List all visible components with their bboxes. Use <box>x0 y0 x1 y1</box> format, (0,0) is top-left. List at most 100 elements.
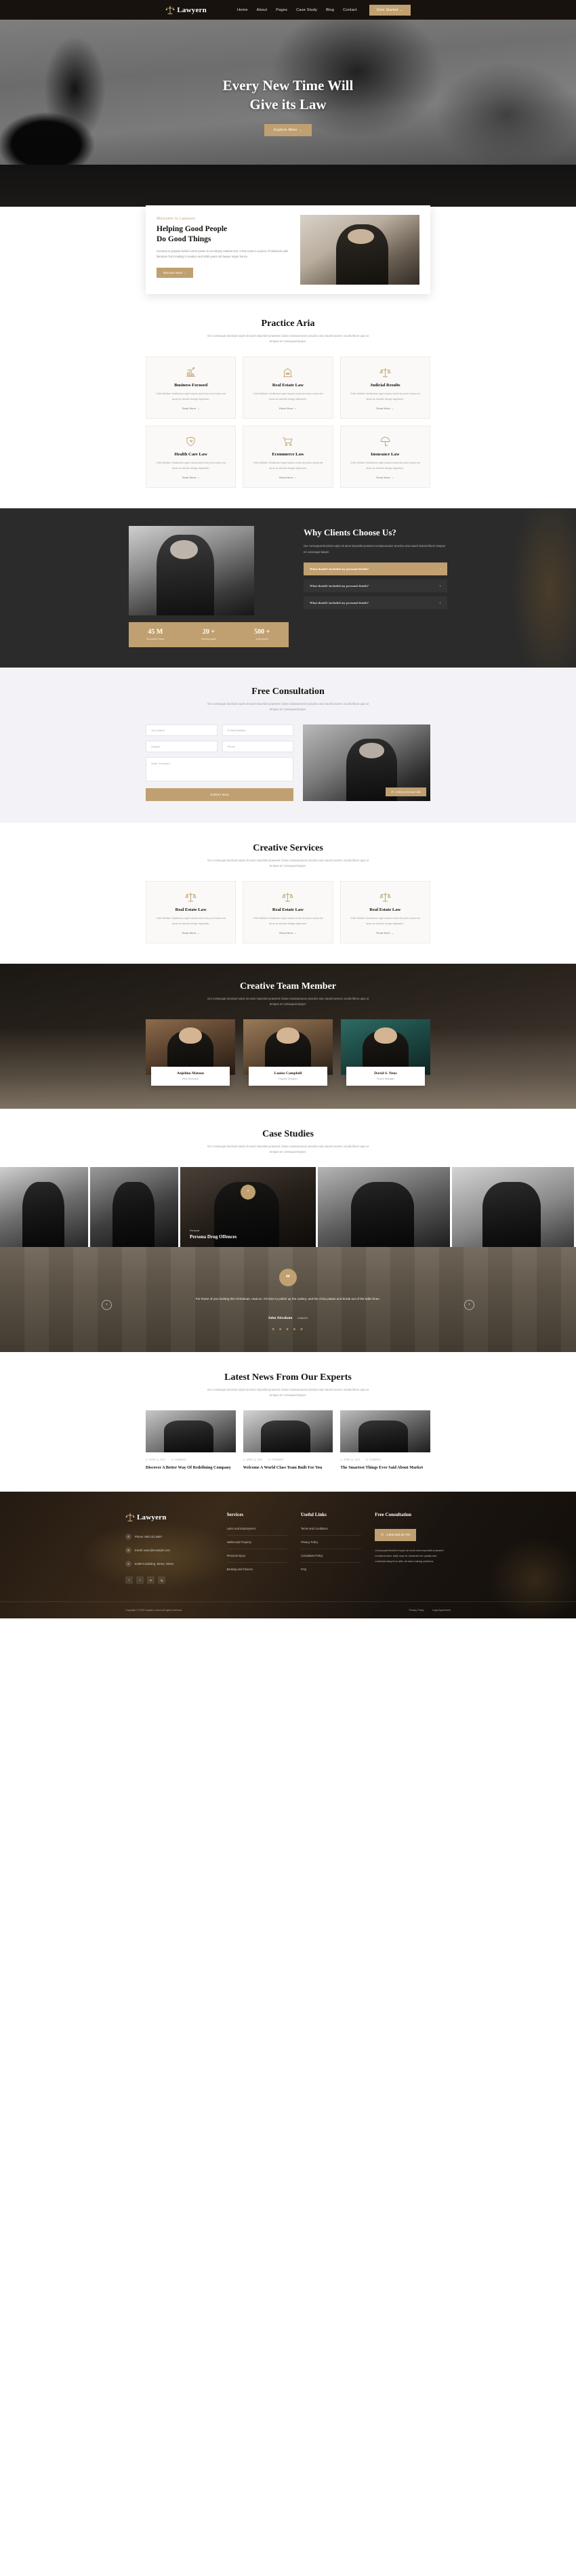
calendar-icon: ◴ <box>340 1458 343 1461</box>
logo[interactable]: Lawyern <box>165 5 207 16</box>
case-item[interactable] <box>452 1167 574 1248</box>
nav-item-pages[interactable]: Pages <box>276 8 287 12</box>
news-image <box>146 1410 236 1452</box>
comment-textarea[interactable]: Write Comment <box>146 757 293 782</box>
phone-badge-text: (+800) 0123 4567 889 <box>395 790 421 794</box>
team-section: Creative Team Member Our consequat tinci… <box>0 964 576 1109</box>
nav-item-blog[interactable]: Blog <box>326 8 334 12</box>
service-card-link[interactable]: Read More → <box>250 932 325 935</box>
footer-link[interactable]: Privacy Policy <box>300 1540 362 1549</box>
nav-item-case-study[interactable]: Case Study <box>296 8 317 12</box>
twitter-icon[interactable]: t <box>136 1576 144 1584</box>
case-item-featured[interactable]: “ Personal Persona Drug Offences <box>180 1167 316 1248</box>
nav-item-contact[interactable]: Contact <box>343 8 357 12</box>
practice-card-link[interactable]: Read More → <box>153 407 228 410</box>
get-started-button[interactable]: Gete Started → <box>369 4 411 16</box>
practice-card-link[interactable]: Read More → <box>153 476 228 479</box>
footer-email[interactable]: ✉ Email: www.@example.com <box>125 1547 213 1553</box>
practice-card-link[interactable]: Read More → <box>250 407 325 410</box>
testimonial-prev-button[interactable]: ‹ <box>102 1299 112 1310</box>
testimonial-section: ‹ › “ For those of you hosting this Chri… <box>0 1247 576 1352</box>
hero-explore-button[interactable]: Explore More → <box>264 124 312 137</box>
practice-card[interactable]: Insurance Law Child Welfare Vestibulum e… <box>340 426 430 489</box>
news-card[interactable]: ◴ APRIL 11, 2023 ✉ COMMENT Welcome A World… <box>243 1410 333 1471</box>
nav-item-home[interactable]: Home <box>237 8 248 12</box>
submit-button[interactable]: Submit Now <box>146 788 293 802</box>
footer-address: ⌖ 618974 Building, Street, Street <box>125 1560 213 1567</box>
case-item[interactable] <box>90 1167 178 1248</box>
practice-card-title: Insurance Law <box>371 452 400 457</box>
nav-item-about[interactable]: About <box>257 8 268 12</box>
footer-consult-phone[interactable]: ✆ 1-800-635-28-794 <box>375 1528 417 1541</box>
case-item[interactable] <box>0 1167 88 1248</box>
subject-input[interactable]: Subject <box>146 741 218 753</box>
practice-card[interactable]: Real Estate Law Child Welfare Vestibulum… <box>243 356 333 420</box>
practice-card[interactable]: Judicial Results Child Welfare Vestibulu… <box>340 356 430 420</box>
phone-input[interactable]: Phone <box>222 741 293 753</box>
footer-logo[interactable]: Lawyern <box>125 1512 213 1523</box>
testimonial-next-button[interactable]: › <box>464 1299 474 1310</box>
team-member[interactable]: Anjelino Matson Web Developer <box>146 1019 235 1086</box>
practice-card-desc: Child Welfare Vestibulum eget mauris wor… <box>350 462 420 470</box>
instagram-icon[interactable]: ig <box>158 1576 165 1584</box>
name-input[interactable]: Your Name <box>146 724 218 737</box>
services-subtitle: Our consequat tincidunt turpis sit amet … <box>207 859 369 868</box>
facebook-icon[interactable]: f <box>125 1576 133 1584</box>
accordion-item[interactable]: What should i included my personal detai… <box>304 596 447 610</box>
footer-link[interactable]: Complaints Policy <box>300 1554 362 1563</box>
accordion-toggle-icon[interactable]: − <box>439 567 441 571</box>
footer-link[interactable]: FAQ <box>301 1568 361 1576</box>
team-member[interactable]: David S. Neus Project Manager <box>341 1019 430 1086</box>
about-heading-line-1: Helping Good People <box>157 225 228 233</box>
footer-legal-link[interactable]: Legal Agreement <box>432 1609 451 1612</box>
why-choose-section: 45 M Successful Cases 20 + Winning award… <box>0 508 576 668</box>
practice-card-link[interactable]: Read More → <box>348 476 423 479</box>
comment-icon: ✉ <box>365 1458 368 1461</box>
practice-card-link[interactable]: Read More → <box>250 476 325 479</box>
about-discover-button[interactable]: Discover More → <box>157 268 193 279</box>
accordion-toggle-icon[interactable]: + <box>439 601 441 605</box>
consultation-form: Your Name E-Mail Address Subject Phone W… <box>146 724 293 802</box>
service-card-link[interactable]: Read More → <box>153 932 228 935</box>
footer-privacy-link[interactable]: Privacy Policy <box>409 1609 424 1612</box>
accordion-item[interactable]: What should i included my personal detai… <box>304 579 447 593</box>
news-image <box>243 1410 333 1452</box>
footer-link[interactable]: Labor and Employment <box>226 1527 287 1536</box>
email-input[interactable]: E-Mail Address <box>222 724 293 737</box>
footer-consult-note: Consequat tincidunt turpis sit amet who … <box>375 1548 444 1563</box>
phone-badge[interactable]: ✆ (+800) 0123 4567 889 <box>386 788 426 797</box>
accordion-item[interactable]: What should i included my personal detai… <box>304 563 447 576</box>
practice-card[interactable]: Ecommerce Law Child Welfare Vestibulum e… <box>243 426 333 489</box>
case-item[interactable] <box>318 1167 450 1248</box>
footer-link[interactable]: Personal Injury <box>226 1554 287 1563</box>
practice-card[interactable]: Health Care Law Child Welfare Vestibulum… <box>146 426 236 489</box>
consultation-title: Free Consultation <box>251 687 325 697</box>
accordion-toggle-icon[interactable]: + <box>439 584 441 588</box>
linkedin-icon[interactable]: in <box>147 1576 155 1584</box>
footer-brand-name: Lawyern <box>137 1513 167 1521</box>
service-card[interactable]: Real Estate Law Child Welfare Vestibulum… <box>340 881 430 944</box>
why-choose-image <box>129 526 254 616</box>
footer-services-heading: Services <box>226 1511 244 1517</box>
team-member-role: Web Developer <box>182 1078 199 1081</box>
cart-icon <box>250 436 325 447</box>
team-member-name: Anjelino Matson <box>177 1071 204 1076</box>
practice-card[interactable]: Business Focused Child Welfare Vestibulu… <box>146 356 236 420</box>
practice-card-link[interactable]: Read More → <box>348 407 423 410</box>
news-card[interactable]: ◴ APRIL 11, 2023 ✉ COMMENT The Smartest Th… <box>340 1410 431 1471</box>
team-member-name: Louise Campbell <box>274 1071 302 1076</box>
accordion-question: What should i included my personal detai… <box>310 601 369 605</box>
footer-consult-heading: Free Consultation <box>375 1511 412 1517</box>
news-card[interactable]: ◴ APRIL 11, 2023 ✉ COMMENT Discover A Bett… <box>146 1410 236 1471</box>
footer-phone[interactable]: ✆ Phone: 800.123.4567 <box>125 1533 213 1540</box>
footer-link[interactable]: Intellectual Property <box>226 1540 287 1549</box>
news-date: ◴ APRIL 11, 2023 <box>146 1458 165 1461</box>
service-card[interactable]: Real Estate Law Child Welfare Vestibulum… <box>146 881 236 944</box>
footer-link[interactable]: Terms and Conditions <box>300 1527 362 1536</box>
service-card[interactable]: Real Estate Law Child Welfare Vestibulum… <box>243 881 333 944</box>
team-member[interactable]: Louise Campbell Graphic Designer <box>243 1019 333 1086</box>
service-card-link[interactable]: Read More → <box>348 932 423 935</box>
footer-link[interactable]: Banking and Finance <box>227 1568 287 1576</box>
news-image <box>340 1410 431 1452</box>
comment-icon: ✉ <box>171 1458 173 1461</box>
